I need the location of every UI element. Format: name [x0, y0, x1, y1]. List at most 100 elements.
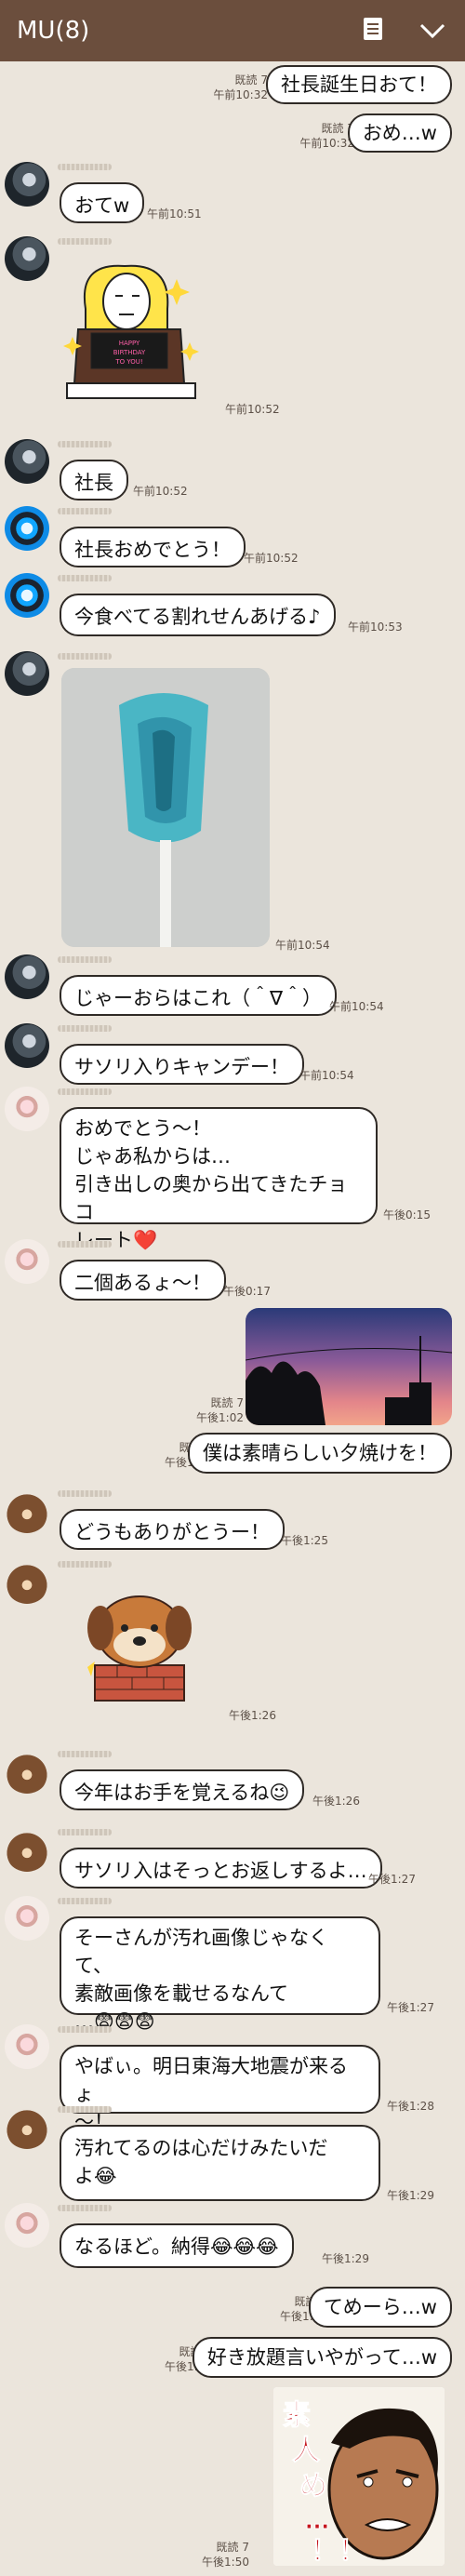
message-bubble[interactable]: じゃーおらはこれ（＾∇＾） — [60, 975, 338, 1016]
message-row: じゃーおらはこれ（＾∇＾） 午前10:54 — [0, 954, 465, 1016]
avatar[interactable] — [5, 1559, 49, 1604]
message-bubble[interactable]: サソリ入はそっとお返しするよ… — [60, 1848, 382, 1889]
timestamp: 午後1:29 — [387, 2189, 434, 2202]
svg-text:め: め — [299, 2470, 327, 2503]
avatar[interactable] — [5, 506, 49, 551]
avatar[interactable] — [5, 439, 49, 484]
svg-text:…: … — [305, 2507, 329, 2535]
sticker-text: HAPPY — [119, 340, 140, 347]
timestamp: 午前10:54 — [275, 939, 330, 952]
sender-name — [58, 441, 112, 447]
avatar[interactable] — [5, 1239, 49, 1284]
timestamp: 午後1:29 — [322, 2252, 369, 2265]
message-row: HAPPY BIRTHDAY TO YOU! 午前10:52 — [0, 236, 465, 422]
svg-text:BIRTHDAY: BIRTHDAY — [113, 349, 146, 356]
chat-title[interactable]: MU(8) — [17, 17, 89, 45]
timestamp: 午後1:27 — [387, 2001, 434, 2014]
message-bubble[interactable]: なるほど。納得😂😂😂 — [60, 2223, 294, 2268]
message-bubble[interactable]: 二個あるょ～！ — [60, 1260, 226, 1301]
message-bubble[interactable]: どうもありがとうー！ — [60, 1509, 285, 1550]
message-bubble[interactable]: 僕は素晴らしい夕焼けを！ — [188, 1433, 452, 1474]
sender-name — [58, 1088, 112, 1095]
message-row: サソリ入りキャンデー！ 午前10:54 — [0, 1023, 465, 1085]
avatar[interactable] — [5, 1896, 49, 1941]
message-row: どうもありがとうー！ 午後1:25 — [0, 1488, 465, 1550]
message-row: サソリ入はそっとお返しするよ… 午後1:27 — [0, 1827, 465, 1889]
avatar[interactable] — [5, 1087, 49, 1131]
message-bubble[interactable]: 社長 — [60, 460, 128, 501]
message-bubble[interactable]: おてw — [60, 182, 145, 223]
avatar[interactable] — [5, 1749, 49, 1794]
message-bubble[interactable]: 社長誕生日おて！ — [266, 65, 452, 104]
message-line: よ😂 — [74, 2165, 117, 2187]
sender-name — [58, 1898, 112, 1904]
chevron-down-icon[interactable] — [418, 17, 446, 45]
sender-name — [58, 238, 112, 245]
timestamp: 午前10:32 — [299, 137, 354, 150]
timestamp: 午前10:52 — [244, 552, 299, 565]
message-line: おめでとう～！ — [74, 1117, 211, 1140]
message-bubble[interactable]: てめーら…w — [308, 2287, 452, 2328]
message-bubble[interactable]: そーさんが汚れ画像じゃなくて、 素敵画像を載せるなんて …😨😨😨 — [60, 1916, 380, 2033]
message-row: 既読 7 午前10:32 社長誕生日おて！ — [0, 65, 465, 104]
message-row: 今食べてる割れせんあげる♪ 午前10:53 — [0, 573, 465, 636]
message-row: 今年はお手を覚えるね😉 午後1:26 — [0, 1749, 465, 1810]
timestamp: 午後0:15 — [383, 1208, 431, 1221]
message-row: 既読 7 午後1:02 僕は素晴らしい夕焼けを！ — [0, 1433, 465, 1474]
sender-name — [58, 2205, 112, 2211]
timestamp: 午前10:54 — [329, 1000, 384, 1013]
timestamp: 午後1:26 — [229, 1709, 276, 1722]
sender-name — [58, 1490, 112, 1497]
dog-sticker[interactable] — [80, 1587, 201, 1704]
sunset-image — [246, 1308, 452, 1425]
manga-shock-sticker[interactable]: 素 人 め … ！！ — [273, 2387, 445, 2566]
birthday-cake-sticker[interactable]: HAPPY BIRTHDAY TO YOU! — [60, 253, 218, 413]
message-bubble[interactable]: 今年はお手を覚えるね😉 — [60, 1769, 305, 1810]
message-row: 汚れてるのは心だけみたいだ よ😂 午後1:29 — [0, 2104, 465, 2207]
message-row: 午前10:54 — [0, 651, 465, 958]
chat-area[interactable]: 既読 7 午前10:32 社長誕生日おて！ 既読 7 午前10:32 おめ…w … — [0, 61, 465, 2576]
avatar[interactable] — [5, 651, 49, 696]
sender-name — [58, 164, 112, 170]
manga-sticker-graphic: 素 人 め … ！！ — [273, 2387, 445, 2566]
read-receipt: 既読 7 — [210, 1396, 244, 1409]
dog-sticker-graphic — [87, 1595, 192, 1702]
message-bubble[interactable]: おめでとう～！ じゃあ私からは… 引き出しの奥から出てきたチョコ レート❤️ — [60, 1107, 378, 1251]
timestamp: 午後1:27 — [368, 1873, 416, 1886]
sender-name — [58, 1751, 112, 1757]
svg-text:！！: ！！ — [311, 2535, 366, 2566]
avatar[interactable] — [5, 1023, 49, 1068]
avatar[interactable] — [5, 2024, 49, 2069]
timestamp: 午前10:52 — [133, 485, 188, 498]
scorpion-lollipop-photo[interactable] — [61, 668, 270, 947]
message-row: 既読 7 午後1:02 — [0, 1308, 465, 1425]
memo-icon[interactable] — [363, 17, 383, 41]
avatar[interactable] — [5, 1827, 49, 1872]
avatar[interactable] — [5, 162, 49, 207]
message-bubble[interactable]: 社長おめでとう！ — [60, 527, 246, 567]
avatar[interactable] — [5, 1488, 49, 1533]
sunset-sky-photo[interactable] — [246, 1308, 452, 1425]
avatar[interactable] — [5, 2203, 49, 2248]
message-row: 社長 午前10:52 — [0, 439, 465, 501]
sender-name — [58, 575, 112, 581]
message-bubble[interactable]: 汚れてるのは心だけみたいだ よ😂 — [60, 2125, 380, 2201]
birthday-cake-sticker-graphic: HAPPY BIRTHDAY TO YOU! — [63, 264, 199, 399]
message-bubble[interactable]: サソリ入りキャンデー！ — [60, 1044, 304, 1085]
message-row: そーさんが汚れ画像じゃなくて、 素敵画像を載せるなんて …😨😨😨 午後1:27 — [0, 1896, 465, 2033]
message-line: 引き出しの奥から出てきたチョコ — [74, 1173, 348, 1223]
avatar[interactable] — [5, 573, 49, 618]
message-bubble[interactable]: 好き放題言いやがって…w — [192, 2337, 452, 2378]
sender-name — [58, 2106, 112, 2113]
message-bubble[interactable]: 今食べてる割れせんあげる♪ — [60, 594, 336, 636]
svg-text:素: 素 — [283, 2399, 311, 2432]
sender-name — [58, 1025, 112, 1032]
avatar[interactable] — [5, 954, 49, 999]
message-bubble[interactable]: やばぃ。明日東海大地震が来るょ ～！ — [60, 2045, 380, 2133]
message-bubble[interactable]: おめ…w — [347, 113, 452, 153]
chat-header: MU(8) — [0, 0, 465, 61]
svg-text:TO YOU!: TO YOU! — [114, 358, 142, 366]
message-row: 既読 7 午後1:50 好き放題言いやがって…w — [0, 2337, 465, 2378]
avatar[interactable] — [5, 236, 49, 281]
avatar[interactable] — [5, 2104, 49, 2149]
